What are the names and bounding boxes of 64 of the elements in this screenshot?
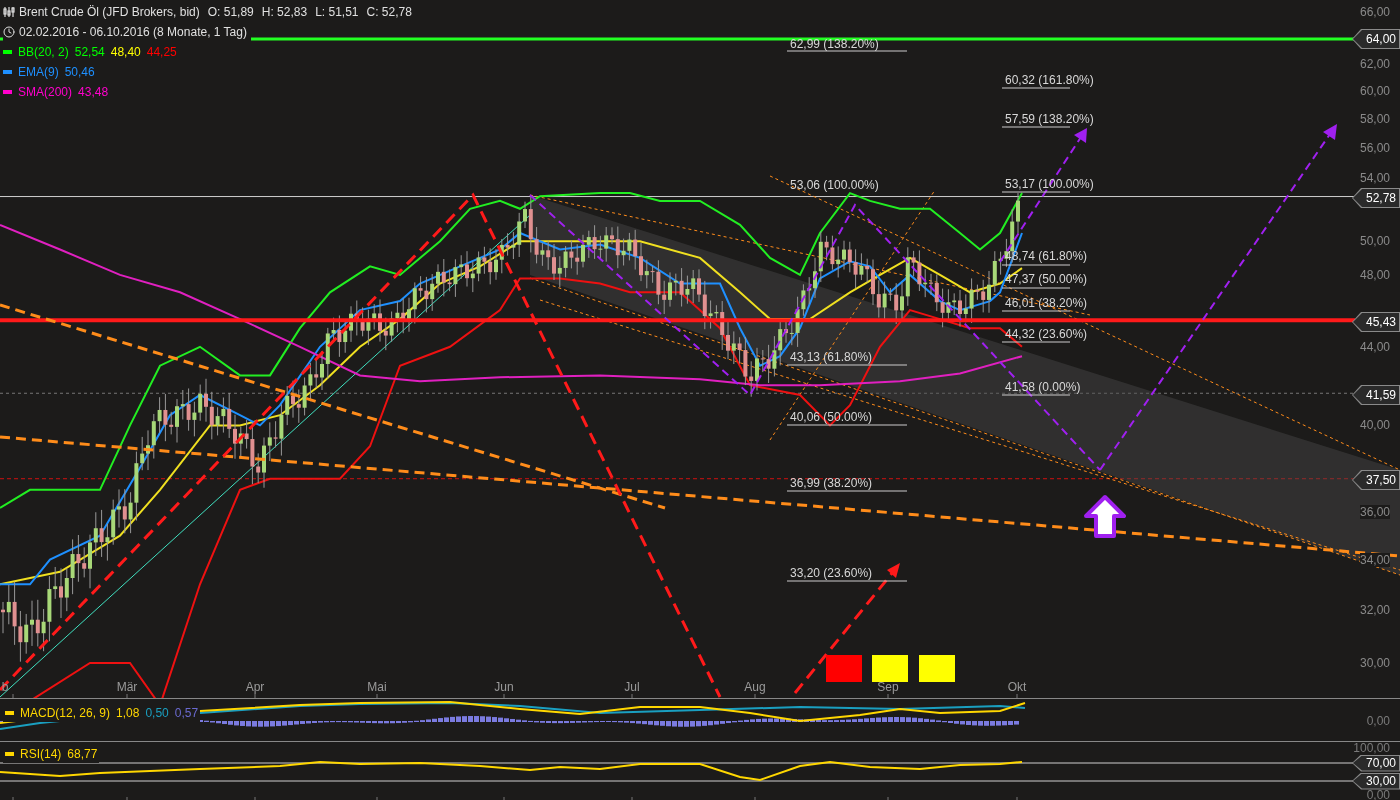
axis-label: 66,00	[1359, 5, 1390, 19]
fibonacci-label: 62,99 (138.20%)	[790, 37, 879, 51]
axis-label: 50,00	[1359, 234, 1390, 249]
date-range: 02.02.2016 - 06.10.2016 (8 Monate, 1 Tag)	[19, 24, 247, 41]
axis-label: 40,00	[1359, 418, 1390, 433]
axis-label: 32,00	[1359, 602, 1390, 617]
fibonacci-label: 43,13 (61.80%)	[790, 350, 873, 364]
fibonacci-label: 53,06 (100.00%)	[790, 178, 879, 192]
axis-label: 34,00	[1359, 552, 1390, 567]
axis-label: 0,00	[1366, 790, 1390, 800]
indicator-value: 68,77	[67, 746, 98, 763]
fibonacci-label: 36,99 (38.20%)	[790, 476, 873, 490]
month-label: Apr	[245, 679, 265, 696]
indicator-name: MACD(12, 26, 9)	[20, 705, 111, 722]
fibonacci-label: 46,01 (38.20%)	[1005, 296, 1088, 310]
price-tag: 64,00	[1352, 29, 1400, 49]
month-label: Jul	[624, 679, 640, 696]
indicator-name: RSI(14)	[20, 746, 62, 763]
fibonacci-label: 33,20 (23.60%)	[790, 566, 873, 580]
indicator-value: 50,46	[64, 64, 95, 81]
axis-label: 30,00	[1359, 655, 1390, 670]
month-label: Sep	[877, 679, 899, 696]
indicator-value: 52,54	[74, 44, 105, 61]
fibonacci-label: 41,58 (0.00%)	[1005, 380, 1081, 394]
month-label: Mai	[367, 679, 387, 696]
indicator-value: 43,48	[78, 84, 109, 101]
fibonacci-label: 44,32 (23.60%)	[1005, 327, 1088, 341]
indicator-name: EMA(9)	[18, 64, 59, 81]
month-label: Mär	[116, 679, 138, 696]
axis-label: 48,00	[1359, 267, 1390, 282]
month-label: Jun	[494, 679, 514, 696]
ohlc-value: L: 51,51	[315, 4, 359, 21]
ohlc-value: C: 52,78	[366, 4, 412, 21]
axis-label: 54,00	[1359, 170, 1390, 185]
fibonacci-label: 53,17 (100.00%)	[1005, 177, 1094, 191]
instrument-title: Brent Crude Öl (JFD Brokers, bid)	[19, 4, 200, 21]
axis-label: 36,00	[1359, 505, 1390, 520]
indicator-value: 0,50	[145, 705, 169, 722]
month-label: Okt	[1007, 679, 1027, 696]
indicator-value: 48,40	[110, 44, 141, 61]
indicator-value: 0,57	[174, 705, 199, 722]
axis-label: 44,00	[1359, 339, 1390, 354]
axis-label: 0,00	[1366, 713, 1390, 730]
level-tag: 30,00	[1352, 772, 1400, 790]
fibonacci-label: 57,59 (138.20%)	[1005, 112, 1094, 126]
level-tag: 70,00	[1352, 754, 1400, 772]
axis-label: 58,00	[1359, 111, 1390, 126]
price-tag: 52,78	[1352, 188, 1400, 208]
axis-label: 100,00	[1353, 743, 1390, 754]
ohlc-value: H: 52,83	[261, 4, 308, 21]
month-label: Aug	[744, 679, 766, 696]
axis-label: 60,00	[1359, 83, 1390, 98]
indicator-name: BB(20, 2)	[18, 44, 69, 61]
axis-label: 62,00	[1359, 56, 1390, 71]
indicator-name: SMA(200)	[18, 84, 73, 101]
indicator-value: 1,08	[116, 705, 140, 722]
fibonacci-label: 47,37 (50.00%)	[1005, 272, 1088, 286]
price-tag: 45,43	[1352, 312, 1400, 332]
price-tag: 41,59	[1352, 385, 1400, 405]
axis-label: 56,00	[1359, 140, 1390, 155]
ohlc-value: O: 51,89	[207, 4, 254, 21]
fibonacci-label: 60,32 (161.80%)	[1005, 73, 1094, 87]
indicator-value: 44,25	[146, 44, 177, 61]
price-tag: 37,50	[1352, 470, 1400, 490]
